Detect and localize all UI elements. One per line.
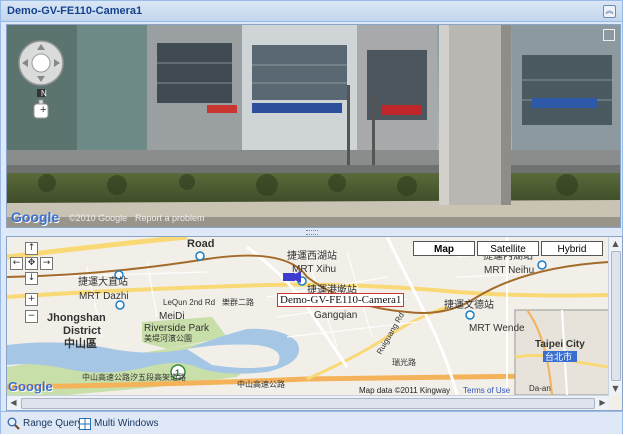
map-zoom-in-button[interactable]: + [25,293,38,306]
pan-down-button[interactable]: ↓ [25,272,38,285]
map-attribution: Map data ©2011 Kingway [359,386,451,395]
map-type-hybrid-button[interactable]: Hybrid [541,241,603,256]
scroll-left-arrow-icon[interactable]: ◀ [7,396,20,409]
map-type-map-button[interactable]: Map [413,241,475,256]
street-view-image [7,25,620,227]
terms-of-use-link[interactable]: Terms of Use [463,386,510,395]
pan-center-button[interactable]: ✥ [25,257,38,270]
scroll-down-arrow-icon[interactable]: ▼ [609,382,622,395]
splitter-grip[interactable] [306,230,318,235]
compass-north-label: N [41,89,47,98]
map-zoom-out-button[interactable]: − [25,310,38,323]
map-google-logo: Google [8,379,53,394]
range-query-button[interactable]: Range Query [7,416,82,431]
street-view-zoom-in[interactable]: + [40,104,46,116]
map-canvas[interactable] [7,237,609,395]
google-logo: Google [11,209,60,225]
pan-up-button[interactable]: ↑ [25,242,38,255]
scroll-right-arrow-icon[interactable]: ▶ [596,396,609,409]
scroll-up-arrow-icon[interactable]: ▲ [609,237,622,250]
horizontal-scroll-thumb[interactable] [21,398,595,409]
camera-panel: Demo-GV-FE110-Camera1 ︽ N + Google ©2010… [0,0,623,434]
panel-splitter[interactable] [6,229,619,235]
street-view-panorama[interactable]: N + Google ©2010 Google Report a problem [6,24,621,228]
double-up-chevron-icon[interactable]: ︽ [603,5,616,18]
vertical-scroll-thumb[interactable] [611,251,621,381]
street-view-copyright: ©2010 Google [69,213,128,223]
map-type-satellite-button[interactable]: Satellite [477,241,539,256]
magnifier-icon [7,417,20,430]
map-vertical-scrollbar[interactable]: ▲ ▼ [608,237,622,395]
panel-header: Demo-GV-FE110-Camera1 ︽ [1,1,622,22]
pan-right-button[interactable]: → [40,257,53,270]
camera-marker-icon[interactable] [283,273,301,285]
panel-title: Demo-GV-FE110-Camera1 [7,5,143,17]
multi-windows-label: Multi Windows [94,418,159,429]
map-view[interactable]: Road 捷運西湖站 MRT Xihu 捷運港墘站 Gangqian 捷運大直站… [6,236,623,411]
map-horizontal-scrollbar[interactable]: ◀ ▶ [7,395,609,410]
range-query-label: Range Query [23,418,83,429]
camera-marker-label[interactable]: Demo-GV-FE110-Camera1 [277,293,405,307]
multi-windows-button[interactable]: Multi Windows [79,416,158,431]
expand-icon[interactable] [603,29,615,41]
report-problem-link[interactable]: Report a problem [135,213,205,223]
pan-left-button[interactable]: ← [10,257,23,270]
bottom-toolbar: Range Query Multi Windows [1,411,622,434]
window-grid-icon [79,417,91,430]
